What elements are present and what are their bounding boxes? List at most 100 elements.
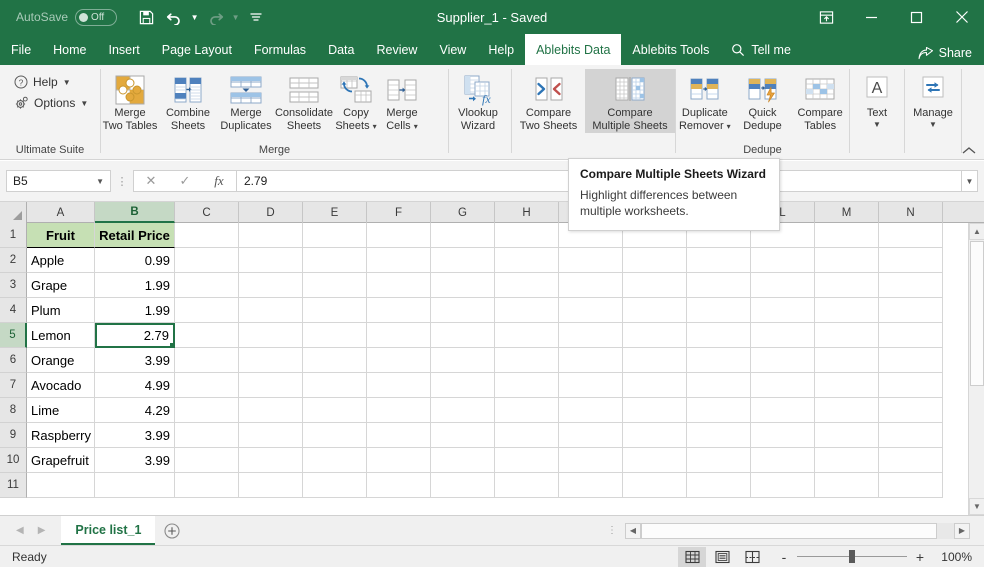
tab-review[interactable]: Review (365, 34, 428, 65)
cell-B2[interactable]: 0.99 (95, 248, 175, 273)
tab-insert[interactable]: Insert (98, 34, 151, 65)
cell-A2[interactable]: Apple (27, 248, 95, 273)
row-header-9[interactable]: 9 (0, 423, 27, 448)
cell-H3[interactable] (495, 273, 559, 298)
cell-M2[interactable] (815, 248, 879, 273)
cell-I8[interactable] (559, 398, 623, 423)
cell-D6[interactable] (239, 348, 303, 373)
enter-icon[interactable]: ✓ (168, 171, 202, 191)
cell-H9[interactable] (495, 423, 559, 448)
cell-H1[interactable] (495, 223, 559, 248)
cell-A6[interactable]: Orange (27, 348, 95, 373)
cell-K7[interactable] (687, 373, 751, 398)
cell-G7[interactable] (431, 373, 495, 398)
cell-M6[interactable] (815, 348, 879, 373)
cell-B9[interactable]: 3.99 (95, 423, 175, 448)
cell-B1[interactable]: Retail Price (95, 223, 175, 248)
row-header-2[interactable]: 2 (0, 248, 27, 273)
zoom-level[interactable]: 100% (938, 550, 972, 564)
cell-B5[interactable]: 2.79 (95, 323, 175, 348)
cell-F6[interactable] (367, 348, 431, 373)
cell-D7[interactable] (239, 373, 303, 398)
cell-E7[interactable] (303, 373, 367, 398)
manage-caret-icon[interactable]: ▼ (929, 120, 937, 129)
cell-K3[interactable] (687, 273, 751, 298)
tab-data[interactable]: Data (317, 34, 365, 65)
cell-G5[interactable] (431, 323, 495, 348)
next-sheet-icon[interactable]: ▶ (38, 525, 46, 536)
cell-C9[interactable] (175, 423, 239, 448)
cell-F11[interactable] (367, 473, 431, 498)
sheet-split-grip[interactable]: ⋮ (607, 525, 617, 536)
compare-tables-button[interactable]: Compare Tables (791, 69, 849, 133)
cell-I10[interactable] (559, 448, 623, 473)
cell-N5[interactable] (879, 323, 943, 348)
cell-F7[interactable] (367, 373, 431, 398)
cell-N11[interactable] (879, 473, 943, 498)
cell-G8[interactable] (431, 398, 495, 423)
cell-J2[interactable] (623, 248, 687, 273)
cell-N6[interactable] (879, 348, 943, 373)
cell-B11[interactable] (95, 473, 175, 498)
cell-K2[interactable] (687, 248, 751, 273)
cell-M5[interactable] (815, 323, 879, 348)
merge-cells-button[interactable]: Merge Cells ▾ (379, 69, 425, 133)
cell-B8[interactable]: 4.29 (95, 398, 175, 423)
cell-I6[interactable] (559, 348, 623, 373)
cell-M8[interactable] (815, 398, 879, 423)
cell-N3[interactable] (879, 273, 943, 298)
text-button[interactable]: A Text ▼ (850, 69, 904, 129)
autosave-toggle[interactable]: Off (75, 8, 118, 26)
add-sheet-icon[interactable] (155, 522, 189, 539)
tab-ablebits-data[interactable]: Ablebits Data (525, 34, 622, 65)
vlookup-wizard-button[interactable]: fx Vlookup Wizard (449, 69, 507, 133)
collapse-ribbon-icon[interactable] (962, 146, 976, 155)
cell-A8[interactable]: Lime (27, 398, 95, 423)
cell-L4[interactable] (751, 298, 815, 323)
row-header-11[interactable]: 11 (0, 473, 27, 498)
consolidate-sheets-button[interactable]: Consolidate Sheets (275, 69, 333, 133)
options-caret-icon[interactable]: ▼ (80, 99, 88, 108)
cell-K9[interactable] (687, 423, 751, 448)
cell-C5[interactable] (175, 323, 239, 348)
scroll-up-icon[interactable]: ▲ (969, 223, 984, 240)
cell-C6[interactable] (175, 348, 239, 373)
normal-view-icon[interactable] (678, 546, 706, 567)
expand-formula-bar-icon[interactable]: ▼ (962, 170, 978, 192)
name-box[interactable]: B5 ▼ (6, 170, 111, 192)
cell-I7[interactable] (559, 373, 623, 398)
cell-F4[interactable] (367, 298, 431, 323)
row-header-8[interactable]: 8 (0, 398, 27, 423)
cell-G10[interactable] (431, 448, 495, 473)
cell-M11[interactable] (815, 473, 879, 498)
row-header-10[interactable]: 10 (0, 448, 27, 473)
cell-K6[interactable] (687, 348, 751, 373)
cell-L9[interactable] (751, 423, 815, 448)
cell-G3[interactable] (431, 273, 495, 298)
cell-D1[interactable] (239, 223, 303, 248)
cell-D4[interactable] (239, 298, 303, 323)
tab-page-layout[interactable]: Page Layout (151, 34, 243, 65)
cell-I3[interactable] (559, 273, 623, 298)
zoom-in-button[interactable]: + (914, 549, 926, 565)
cell-L10[interactable] (751, 448, 815, 473)
cell-K4[interactable] (687, 298, 751, 323)
cell-A3[interactable]: Grape (27, 273, 95, 298)
cell-H6[interactable] (495, 348, 559, 373)
column-header-M[interactable]: M (815, 202, 879, 223)
cell-H10[interactable] (495, 448, 559, 473)
cell-M7[interactable] (815, 373, 879, 398)
cell-F10[interactable] (367, 448, 431, 473)
zoom-out-button[interactable]: - (778, 549, 790, 565)
row-header-7[interactable]: 7 (0, 373, 27, 398)
tab-help[interactable]: Help (477, 34, 525, 65)
cancel-icon[interactable]: ✕ (134, 171, 168, 191)
cell-M4[interactable] (815, 298, 879, 323)
zoom-slider-thumb[interactable] (849, 550, 855, 563)
cell-N10[interactable] (879, 448, 943, 473)
merge-two-tables-button[interactable]: Merge Two Tables (101, 69, 159, 133)
tab-file[interactable]: File (0, 34, 42, 65)
cell-L3[interactable] (751, 273, 815, 298)
cell-N9[interactable] (879, 423, 943, 448)
cell-L8[interactable] (751, 398, 815, 423)
